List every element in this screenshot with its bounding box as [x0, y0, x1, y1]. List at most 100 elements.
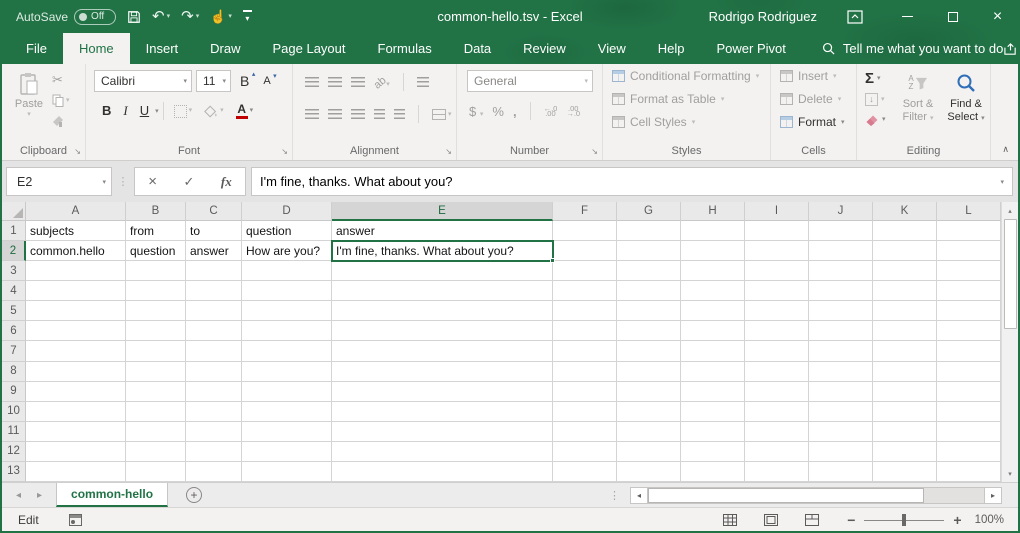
clipboard-dialog-launcher[interactable]: ↘ — [74, 148, 81, 156]
cell-F6[interactable] — [553, 321, 617, 341]
cell-C13[interactable] — [186, 462, 242, 482]
cell-D9[interactable] — [242, 382, 332, 402]
tab-help[interactable]: Help — [642, 33, 701, 64]
cell-C8[interactable] — [186, 362, 242, 382]
cell-B8[interactable] — [126, 362, 186, 382]
cell-H3[interactable] — [681, 261, 745, 281]
row-header-11[interactable]: 11 — [2, 422, 26, 442]
cell-H9[interactable] — [681, 382, 745, 402]
zoom-in-button[interactable]: + — [953, 513, 961, 527]
cell-E12[interactable] — [332, 442, 553, 462]
tab-review[interactable]: Review — [507, 33, 582, 64]
cell-D1[interactable]: question — [242, 221, 332, 241]
cell-L1[interactable] — [937, 221, 1001, 241]
cell-F7[interactable] — [553, 341, 617, 361]
cell-K12[interactable] — [873, 442, 937, 462]
cell-K6[interactable] — [873, 321, 937, 341]
cell-K7[interactable] — [873, 341, 937, 361]
cell-styles-button[interactable]: Cell Styles ▾ — [603, 110, 770, 133]
zoom-level[interactable]: 100% — [975, 514, 1004, 526]
cell-A11[interactable] — [26, 422, 126, 442]
cell-J8[interactable] — [809, 362, 873, 382]
expand-formula-bar-icon[interactable]: ▾ — [1000, 178, 1004, 186]
row-header-13[interactable]: 13 — [2, 462, 26, 482]
cell-E9[interactable] — [332, 382, 553, 402]
cell-A13[interactable] — [26, 462, 126, 482]
cell-C12[interactable] — [186, 442, 242, 462]
cell-E1[interactable]: answer — [332, 221, 553, 241]
sort-filter-button[interactable]: A Z Sort & Filter ▾ — [895, 71, 941, 125]
zoom-out-button[interactable]: − — [847, 513, 855, 527]
merge-center-button[interactable]: ▾ — [432, 109, 452, 120]
row-header-3[interactable]: 3 — [2, 261, 26, 281]
conditional-formatting-button[interactable]: Conditional Formatting ▾ — [603, 64, 770, 87]
cell-H11[interactable] — [681, 422, 745, 442]
column-header-L[interactable]: L — [937, 202, 1001, 221]
close-button[interactable]: × — [975, 0, 1020, 33]
column-header-F[interactable]: F — [553, 202, 617, 221]
touch-mode-dropdown-icon[interactable]: ▾ — [228, 13, 232, 20]
cell-J9[interactable] — [809, 382, 873, 402]
cell-L13[interactable] — [937, 462, 1001, 482]
cell-K10[interactable] — [873, 402, 937, 422]
column-header-D[interactable]: D — [242, 202, 332, 221]
cell-B2[interactable]: question — [126, 241, 186, 261]
cell-I4[interactable] — [745, 281, 809, 301]
cell-K5[interactable] — [873, 301, 937, 321]
clear-button[interactable]: ▾ — [865, 113, 886, 126]
cell-H4[interactable] — [681, 281, 745, 301]
decrease-decimal-button[interactable]: .00 →.0 — [566, 106, 580, 116]
redo-dropdown-icon[interactable]: ▾ — [196, 13, 200, 20]
cell-G13[interactable] — [617, 462, 681, 482]
cell-G10[interactable] — [617, 402, 681, 422]
insert-cells-button[interactable]: Insert ▾ — [771, 64, 856, 87]
cell-F3[interactable] — [553, 261, 617, 281]
zoom-slider[interactable] — [864, 513, 944, 527]
cell-L8[interactable] — [937, 362, 1001, 382]
view-page-layout-button[interactable] — [764, 514, 778, 526]
underline-dropdown-icon[interactable]: ▾ — [155, 107, 159, 115]
formula-bar-handle[interactable]: ⋮ — [112, 175, 134, 188]
cell-B10[interactable] — [126, 402, 186, 422]
cell-E8[interactable] — [332, 362, 553, 382]
cell-A4[interactable] — [26, 281, 126, 301]
cell-K4[interactable] — [873, 281, 937, 301]
cell-I7[interactable] — [745, 341, 809, 361]
find-select-button[interactable]: Find & Select ▾ — [943, 71, 989, 125]
cell-D12[interactable] — [242, 442, 332, 462]
increase-indent-icon[interactable] — [394, 109, 405, 119]
cell-B5[interactable] — [126, 301, 186, 321]
copy-button[interactable]: ▾ — [52, 94, 70, 107]
share-button[interactable]: Share — [1003, 33, 1020, 64]
horizontal-scrollbar[interactable]: ◂ ▸ — [630, 486, 1002, 504]
cell-F4[interactable] — [553, 281, 617, 301]
cell-H8[interactable] — [681, 362, 745, 382]
row-header-9[interactable]: 9 — [2, 382, 26, 402]
vertical-scrollbar-thumb[interactable] — [1004, 219, 1017, 329]
align-center-icon[interactable] — [328, 109, 342, 119]
cell-K13[interactable] — [873, 462, 937, 482]
font-size-select[interactable]: 11 ▾ — [196, 70, 231, 92]
wrap-text-icon[interactable] — [417, 77, 429, 87]
cell-D8[interactable] — [242, 362, 332, 382]
align-right-icon[interactable] — [351, 109, 365, 119]
cell-C2[interactable]: answer — [186, 241, 242, 261]
cell-J7[interactable] — [809, 341, 873, 361]
cell-D7[interactable] — [242, 341, 332, 361]
cell-F2[interactable] — [553, 241, 617, 261]
cell-H7[interactable] — [681, 341, 745, 361]
customize-qat-button[interactable]: ▾ — [243, 10, 252, 23]
cell-I11[interactable] — [745, 422, 809, 442]
scroll-down-icon[interactable]: ▾ — [1002, 465, 1018, 482]
cut-button[interactable]: ✂ — [52, 73, 70, 86]
cell-J5[interactable] — [809, 301, 873, 321]
cell-E3[interactable] — [332, 261, 553, 281]
tab-page-layout[interactable]: Page Layout — [257, 33, 362, 64]
cell-H12[interactable] — [681, 442, 745, 462]
cell-A5[interactable] — [26, 301, 126, 321]
cell-H2[interactable] — [681, 241, 745, 261]
cell-E7[interactable] — [332, 341, 553, 361]
align-left-icon[interactable] — [305, 109, 319, 119]
redo-button[interactable]: ↷ ▾ — [181, 9, 199, 24]
cell-B13[interactable] — [126, 462, 186, 482]
